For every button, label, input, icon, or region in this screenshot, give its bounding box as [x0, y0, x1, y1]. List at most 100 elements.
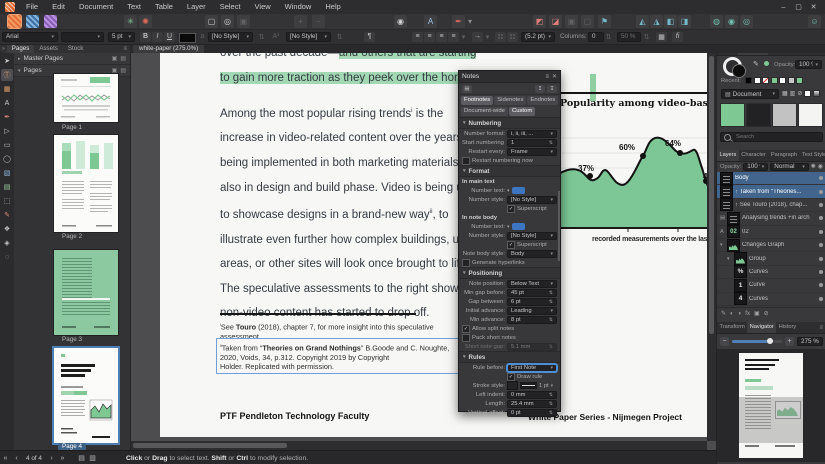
group-icon[interactable]: ▣	[565, 15, 578, 28]
menu-help[interactable]: Help	[318, 0, 347, 14]
master-options-icon[interactable]: ▤	[120, 55, 126, 62]
font-family-select[interactable]: Arial▾	[2, 32, 58, 42]
insert-inside-icon[interactable]: ◎	[740, 15, 753, 28]
tab-transform[interactable]: Transform	[717, 322, 747, 333]
restore-button[interactable]: ▢	[791, 2, 806, 13]
page-thumbnail-2[interactable]	[54, 135, 118, 232]
layer-visibility-dot[interactable]	[819, 190, 823, 194]
page-label-1[interactable]: Page 1	[14, 124, 130, 132]
menu-file[interactable]: File	[19, 0, 45, 14]
chevron-down-icon[interactable]: ▾	[720, 242, 725, 248]
zoom-slider-thumb[interactable]	[767, 338, 773, 344]
colour-swatch[interactable]	[720, 103, 745, 127]
stepper-min-gap-before[interactable]: 45 pt⇅	[507, 289, 557, 297]
menu-edit[interactable]: Edit	[45, 0, 72, 14]
flip-vertical-icon[interactable]: ◮	[650, 15, 663, 28]
artistic-text-tool-icon[interactable]: A	[1, 97, 13, 109]
page-thumbnail-3[interactable]	[54, 250, 118, 335]
layer-visibility-dot[interactable]	[819, 257, 823, 261]
colour-swatch[interactable]	[798, 103, 823, 127]
select-number-style[interactable]: [No Style]▾	[507, 232, 557, 240]
preferences-gear-icon[interactable]: ✺	[139, 15, 152, 28]
notes-tab-sidenotes[interactable]: Sidenotes	[494, 96, 526, 105]
horizontal-scrollbar-thumb[interactable]	[133, 443, 287, 448]
open-document-icon[interactable]: ◎	[221, 15, 234, 28]
recent-swatch[interactable]	[754, 77, 761, 84]
swatch-list-view-icon[interactable]: ▥	[790, 90, 796, 97]
columns-input[interactable]: 0	[588, 32, 604, 42]
checkbox-superscript[interactable]	[507, 205, 515, 213]
recent-swatch[interactable]	[771, 77, 778, 84]
stroke-preview[interactable]	[520, 382, 537, 389]
panel-menu-icon[interactable]: ≡	[545, 74, 549, 80]
master-pages-header[interactable]: ▸ Master Pages ▣ ▤	[14, 53, 130, 65]
close-button[interactable]: ✕	[806, 2, 821, 13]
character-style-select[interactable]: [No Style]▾	[286, 32, 331, 42]
menu-window[interactable]: Window	[278, 0, 319, 14]
zoom-value[interactable]: 275 %	[797, 337, 823, 346]
tab-paragraph[interactable]: Paragraph	[768, 150, 799, 161]
layer-row-curves[interactable]: %Curves	[717, 266, 825, 279]
move-to-front-icon[interactable]: ◩	[533, 15, 546, 28]
layer-row-changes-graph[interactable]: ▾Changes Graph	[717, 239, 825, 252]
snapping-icon[interactable]: ✳	[124, 15, 137, 28]
go-to-note-icon[interactable]: ↥	[535, 85, 545, 93]
menu-layer[interactable]: Layer	[180, 0, 213, 14]
flag-icon[interactable]: ⚑	[598, 15, 611, 28]
leading-select[interactable]: (5.2 pt)▾	[521, 32, 555, 42]
ligatures-button[interactable]: fi	[672, 32, 683, 42]
add-page-icon[interactable]: ▣	[112, 67, 118, 74]
font-size-select[interactable]: 5 pt▾	[108, 32, 135, 42]
pen-tool-icon[interactable]: ✒	[1, 111, 13, 123]
insert-note-icon[interactable]: ▤	[462, 85, 472, 93]
vertical-scrollbar-thumb[interactable]	[709, 56, 714, 334]
rotate-cw-icon[interactable]: ◨	[678, 15, 691, 28]
layer-visibility-dot[interactable]	[819, 270, 823, 274]
stepper-left-indent[interactable]: 0 mm⇅	[507, 391, 557, 399]
picture-frame-tool-icon[interactable]: ▧	[1, 167, 13, 179]
colour-swatch[interactable]	[772, 103, 797, 127]
page-label-4[interactable]: Page 4	[14, 443, 130, 450]
document-tab[interactable]: white-paper (275.0%)	[133, 44, 204, 53]
style-stepper2-icon[interactable]: ⇅	[334, 32, 345, 42]
swatch-category-select[interactable]: ▤ Document▾	[721, 89, 779, 99]
bullet-list-button[interactable]: ∷	[495, 32, 506, 42]
footnote-2-frame[interactable]: iiTaken from “Theories on Grand Nothings…	[216, 338, 476, 374]
save-document-icon[interactable]: ▣	[237, 15, 250, 28]
navigator-preview[interactable]	[717, 349, 825, 462]
zoom-out-icon[interactable]: −	[312, 15, 325, 28]
flip-horizontal-icon[interactable]: ◭	[636, 15, 649, 28]
edit-all-layers-icon[interactable]: ✎	[721, 310, 726, 317]
panel-collapse-icon[interactable]: »	[0, 46, 7, 52]
checkbox-generate-hyperlinks[interactable]	[462, 259, 470, 267]
layer-row-curve[interactable]: 1Curve	[717, 279, 825, 292]
tab-pages[interactable]: Pages	[7, 44, 35, 53]
place-image-tool-icon[interactable]: ▤	[1, 181, 13, 193]
indent-button[interactable]: →	[472, 32, 483, 42]
chevron-down-icon[interactable]: ▾	[727, 256, 732, 262]
tab-assets[interactable]: Assets	[34, 44, 63, 53]
notes-section-positioning[interactable]: ▾Positioning	[459, 267, 560, 279]
notes-tab-custom[interactable]: Custom	[509, 107, 535, 116]
italic-button[interactable]: I	[152, 32, 163, 42]
app-logo-icon[interactable]	[5, 2, 15, 12]
page-label-2[interactable]: Page 2	[14, 233, 130, 241]
stroke-colour-swatch[interactable]	[507, 381, 518, 390]
pen-presets-caret-icon[interactable]: ▾	[466, 15, 474, 28]
colour-picker-tool-icon[interactable]: ❖	[1, 223, 13, 235]
layer-row-analysing-trends-in-arch[interactable]: ▤Analysing trends +in arch	[717, 212, 825, 225]
go-to-reference-icon[interactable]: ↧	[547, 85, 557, 93]
swatch-search[interactable]	[720, 132, 823, 142]
document-canvas[interactable]: over the past decade—and others that are…	[130, 53, 716, 450]
layer-effects-icon[interactable]: fx	[745, 311, 750, 317]
number-token-chip[interactable]	[512, 223, 525, 230]
page-thumbnail-4[interactable]	[54, 348, 118, 443]
checkbox-restart-numbering-now[interactable]	[462, 157, 470, 165]
insert-on-top-icon[interactable]: ◉	[725, 15, 738, 28]
page-thumbnail-1[interactable]	[54, 74, 118, 122]
table-tool-icon[interactable]: ▦	[1, 83, 13, 95]
notes-tab-document-wide[interactable]: Document-wide	[461, 107, 508, 116]
columns-stepper-icon[interactable]: ⇅	[605, 32, 612, 42]
stepper-vertical-offset[interactable]: 0 pt⇅	[507, 409, 557, 417]
gradient-chip[interactable]	[813, 90, 820, 97]
